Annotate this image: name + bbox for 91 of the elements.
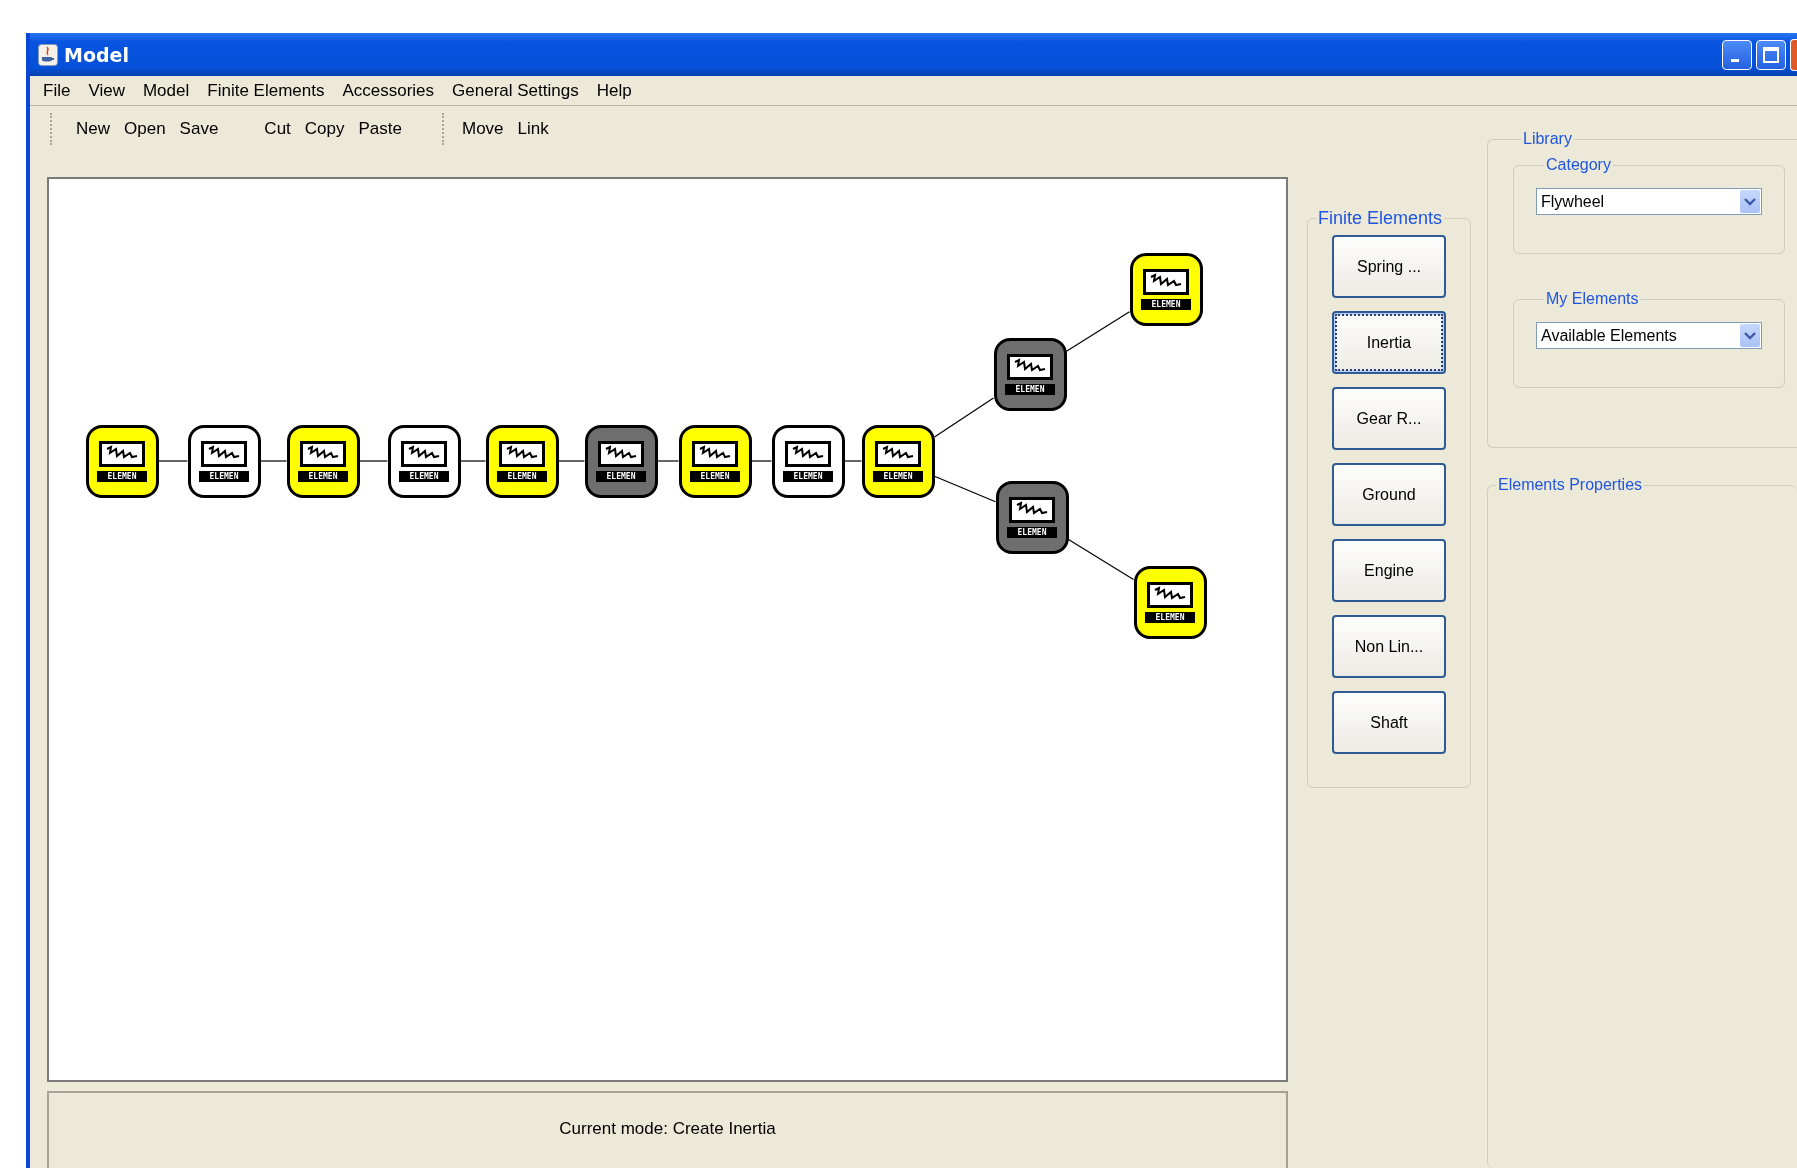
node-label: ELEMEN xyxy=(873,470,923,482)
group-title: Library xyxy=(1522,130,1573,148)
element-node[interactable]: ELEMEN xyxy=(584,424,658,498)
menu-item[interactable]: Help xyxy=(589,80,639,101)
graph-icon xyxy=(499,440,545,467)
element-button[interactable]: Shaft xyxy=(1332,691,1446,754)
node-label: ELEMEN xyxy=(199,470,249,482)
menu-item[interactable]: File xyxy=(36,80,78,101)
connector-line xyxy=(1065,311,1131,352)
element-button[interactable]: Non Lin... xyxy=(1332,615,1446,678)
cup-icon xyxy=(38,43,58,66)
element-node[interactable]: ELEMEN xyxy=(771,424,845,498)
connector-line xyxy=(656,460,680,462)
close-button[interactable] xyxy=(1790,38,1797,71)
status-text: Current mode: Create Inertia xyxy=(559,1119,776,1140)
group-title: My Elements xyxy=(1545,290,1640,308)
element-node[interactable]: ELEMEN xyxy=(861,424,935,498)
node-label: ELEMEN xyxy=(1007,526,1057,538)
node-label: ELEMEN xyxy=(596,470,646,482)
node-label: ELEMEN xyxy=(97,470,147,482)
menu-item[interactable]: General Settings xyxy=(445,80,586,101)
menu-item[interactable]: View xyxy=(81,80,132,101)
toolbar-button[interactable]: Open xyxy=(118,114,172,143)
element-button[interactable]: Inertia xyxy=(1332,311,1446,374)
graph-icon xyxy=(692,440,738,467)
chevron-down-icon[interactable] xyxy=(1740,324,1760,347)
graph-icon xyxy=(785,440,831,467)
chevron-down-icon[interactable] xyxy=(1740,190,1760,213)
graph-icon xyxy=(401,440,447,467)
connector-line xyxy=(358,460,389,462)
connector-line xyxy=(557,460,586,462)
node-label: ELEMEN xyxy=(298,470,348,482)
toolbar-button[interactable]: Paste xyxy=(352,114,408,143)
node-label: ELEMEN xyxy=(1141,298,1191,310)
node-label: ELEMEN xyxy=(399,470,449,482)
menu-item[interactable]: Model xyxy=(135,80,197,101)
group-title: Category xyxy=(1545,156,1612,174)
group-title: Finite Elements xyxy=(1317,208,1444,229)
element-node[interactable]: ELEMEN xyxy=(387,424,461,498)
node-label: ELEMEN xyxy=(783,470,833,482)
model-canvas[interactable]: ELEMEN ELEMEN ELEMEN ELEMEN ELEMEN ELEMEN ELEMEN ELEMEN ELEMEN ELEMEN ELEMEN ELEMEN ELEMEN xyxy=(47,177,1288,1082)
graph-icon xyxy=(1147,581,1193,608)
dropdown[interactable]: Available Elements xyxy=(1536,322,1762,349)
element-button[interactable]: Ground xyxy=(1332,463,1446,526)
node-label: ELEMEN xyxy=(1145,611,1195,623)
element-node[interactable]: ELEMEN xyxy=(85,424,159,498)
graph-icon xyxy=(99,440,145,467)
menu-item[interactable]: Accessories xyxy=(335,80,442,101)
element-node[interactable]: ELEMEN xyxy=(286,424,360,498)
element-button[interactable]: Spring ... xyxy=(1332,235,1446,298)
element-node[interactable]: ELEMEN xyxy=(993,337,1067,411)
maximize-icon xyxy=(1762,45,1780,64)
element-node[interactable]: ELEMEN xyxy=(485,424,559,498)
element-button[interactable]: Engine xyxy=(1332,539,1446,602)
graph-icon xyxy=(1009,496,1055,523)
connector-line xyxy=(750,460,773,462)
element-node[interactable]: ELEMEN xyxy=(678,424,752,498)
group-title: Elements Properties xyxy=(1497,476,1644,494)
graph-icon xyxy=(1143,268,1189,295)
minimize-button[interactable] xyxy=(1722,39,1752,70)
toolbar-button[interactable]: Link xyxy=(511,114,555,143)
connector-line xyxy=(843,460,863,462)
dropdown[interactable]: Flywheel xyxy=(1536,188,1762,215)
connector-line xyxy=(259,460,288,462)
minimize-icon xyxy=(1731,59,1739,62)
maximize-button[interactable] xyxy=(1756,39,1786,70)
toolbar-button[interactable]: New xyxy=(70,114,116,143)
graph-icon xyxy=(300,440,346,467)
toolbar-button[interactable]: Copy xyxy=(298,114,351,143)
toolbar-button[interactable]: Move xyxy=(456,114,510,143)
toolbar-button[interactable]: Cut xyxy=(258,114,297,143)
toolbar-button[interactable]: Save xyxy=(173,114,225,143)
element-node[interactable]: ELEMEN xyxy=(1133,565,1207,639)
node-label: ELEMEN xyxy=(1005,383,1055,395)
connector-line xyxy=(157,460,189,462)
connector-line xyxy=(1067,538,1135,581)
connector-line xyxy=(933,397,995,438)
graph-icon xyxy=(201,440,247,467)
element-node[interactable]: ELEMEN xyxy=(995,480,1069,554)
graph-icon xyxy=(875,440,921,467)
menu-item[interactable]: Finite Elements xyxy=(200,80,332,101)
window-title: Model xyxy=(64,43,129,66)
element-node[interactable]: ELEMEN xyxy=(187,424,261,498)
node-label: ELEMEN xyxy=(497,470,547,482)
graph-icon xyxy=(1007,353,1053,380)
connector-line xyxy=(459,460,487,462)
element-node[interactable]: ELEMEN xyxy=(1129,252,1203,326)
connector-line xyxy=(933,475,997,503)
node-label: ELEMEN xyxy=(690,470,740,482)
graph-icon xyxy=(598,440,644,467)
element-button[interactable]: Gear R... xyxy=(1332,387,1446,450)
